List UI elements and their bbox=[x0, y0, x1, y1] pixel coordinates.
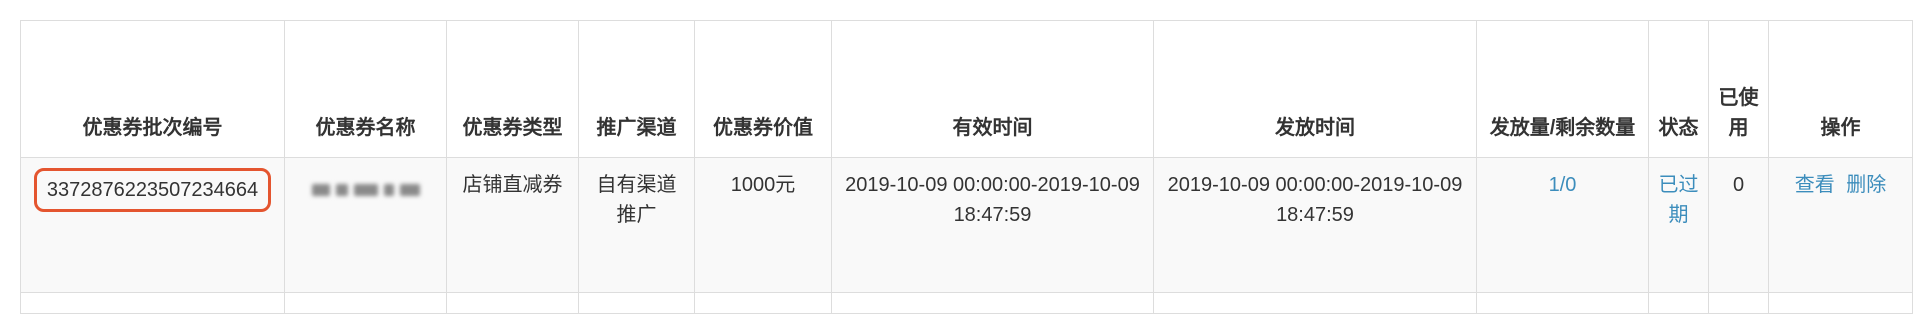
header-actions: 操作 bbox=[1768, 20, 1913, 158]
header-issued-remaining: 发放量/剩余数量 bbox=[1476, 20, 1649, 158]
table-row: 3372876223507234664 店铺直减券 自有渠道推广 1000元 2… bbox=[20, 157, 1913, 293]
cell-actions: 查看 删除 bbox=[1768, 157, 1913, 293]
cell-used: 0 bbox=[1708, 157, 1769, 293]
cell-coupon-name bbox=[284, 157, 447, 293]
delete-button[interactable]: 删除 bbox=[1846, 174, 1886, 196]
header-used: 已使用 bbox=[1708, 20, 1769, 158]
cell-coupon-value: 1000元 bbox=[694, 157, 832, 293]
cell-status: 已过期 bbox=[1648, 157, 1709, 293]
coupon-table: 优惠券批次编号 优惠券名称 优惠券类型 推广渠道 优惠券价值 有效时间 发放时间… bbox=[20, 20, 1913, 314]
header-issue-time: 发放时间 bbox=[1153, 20, 1477, 158]
cell-issue-time: 2019-10-09 00:00:00-2019-10-09 18:47:59 bbox=[1153, 157, 1477, 293]
cell-coupon-type: 店铺直减券 bbox=[446, 157, 579, 293]
cell-channel: 自有渠道推广 bbox=[578, 157, 695, 293]
table-header-row: 优惠券批次编号 优惠券名称 优惠券类型 推广渠道 优惠券价值 有效时间 发放时间… bbox=[20, 20, 1913, 158]
batch-no-highlight: 3372876223507234664 bbox=[33, 168, 272, 212]
table-row-partial bbox=[20, 292, 1913, 314]
redacted-name bbox=[311, 184, 420, 196]
header-status: 状态 bbox=[1648, 20, 1709, 158]
header-batch-no: 优惠券批次编号 bbox=[20, 20, 285, 158]
view-button[interactable]: 查看 bbox=[1795, 174, 1835, 196]
header-valid-time: 有效时间 bbox=[831, 20, 1154, 158]
header-coupon-type: 优惠券类型 bbox=[446, 20, 579, 158]
issued-remaining-link[interactable]: 1/0 bbox=[1549, 174, 1577, 196]
header-coupon-name: 优惠券名称 bbox=[284, 20, 447, 158]
header-channel: 推广渠道 bbox=[578, 20, 695, 158]
cell-valid-time: 2019-10-09 00:00:00-2019-10-09 18:47:59 bbox=[831, 157, 1154, 293]
header-coupon-value: 优惠券价值 bbox=[694, 20, 832, 158]
cell-issued-remaining: 1/0 bbox=[1476, 157, 1649, 293]
status-badge: 已过期 bbox=[1658, 174, 1699, 226]
cell-batch-no: 3372876223507234664 bbox=[20, 157, 285, 293]
